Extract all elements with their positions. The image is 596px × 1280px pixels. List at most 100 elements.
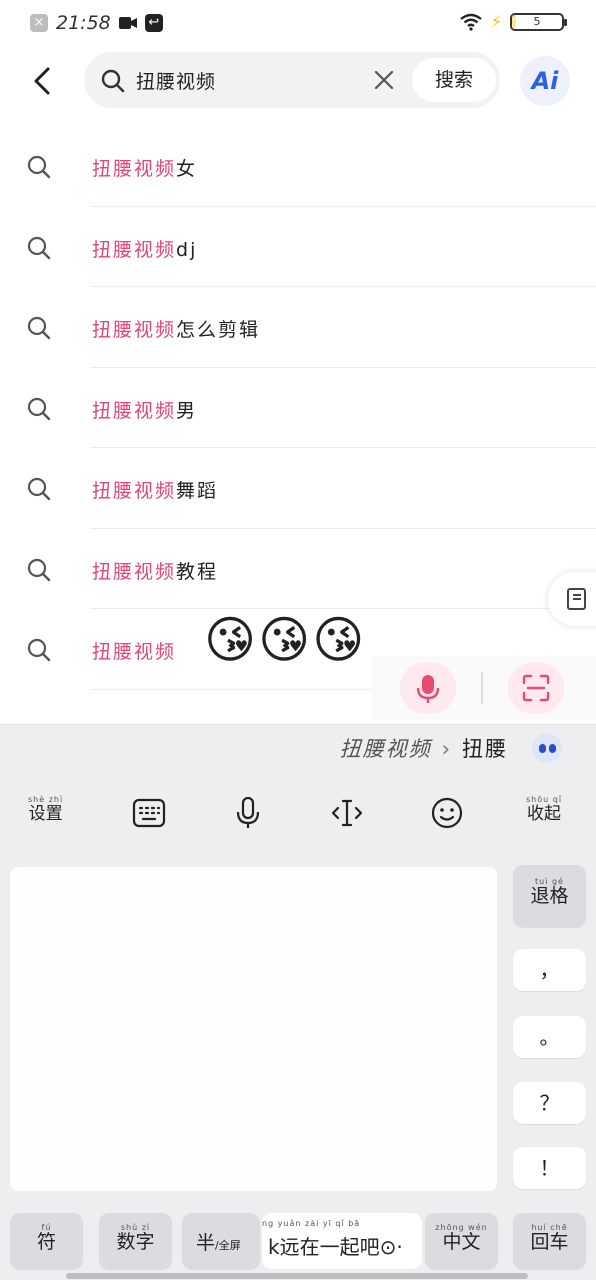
suggestion-item[interactable]: 扭腰视频教程	[0, 529, 596, 609]
space-key[interactable]: ng yuǎn zài yī qǐ bā k远在一起吧⊙·	[262, 1213, 422, 1269]
symbols-key[interactable]: fú 符	[10, 1213, 83, 1269]
app-notification-icon: ×	[30, 14, 48, 32]
settings-label: 设置	[28, 804, 63, 824]
clear-icon[interactable]	[370, 66, 398, 94]
battery-icon: 5	[510, 12, 567, 31]
microphone-icon	[416, 675, 440, 703]
divider	[481, 672, 483, 704]
scan-icon	[522, 674, 550, 702]
app-icon: ↩	[144, 14, 163, 32]
search-icon	[101, 69, 125, 93]
half-label: 半	[196, 1232, 216, 1254]
search-icon	[27, 558, 51, 581]
symbols-label: 符	[36, 1231, 56, 1253]
battery-text: 5	[533, 14, 541, 28]
settings-button[interactable]: shè zhì 设置	[28, 795, 63, 824]
keyboard: 扭腰视频 › 扭腰 shè zhì 设置 shōu qǐ 收起 tuì gé 退…	[0, 724, 596, 1280]
voice-search-button[interactable]	[400, 662, 456, 714]
cursor-move-button[interactable]	[325, 791, 369, 835]
search-box[interactable]: 扭腰视频 搜索	[84, 52, 500, 108]
numbers-key[interactable]: shù zì 数字	[99, 1213, 172, 1269]
scan-button[interactable]	[508, 662, 564, 714]
question-key[interactable]: ？	[513, 1082, 586, 1124]
suggestion-item[interactable]: 扭腰视频怎么剪辑	[0, 287, 596, 368]
suggestion-text: 扭腰视频男	[92, 396, 197, 423]
backspace-key[interactable]: tuì gé 退格	[513, 865, 586, 927]
suggestion-highlight: 扭腰视频	[92, 158, 177, 180]
exclamation-key[interactable]: ！	[513, 1147, 586, 1189]
space-pinyin: ng yuǎn zài yī qǐ bā	[262, 1219, 361, 1228]
settings-pinyin: shè zhì	[28, 795, 64, 804]
suggestion-rest: 怎么剪辑	[176, 319, 261, 341]
kiss-emoji-overlay: 😘😘😘	[204, 611, 367, 669]
gesture-bar	[66, 1273, 528, 1279]
collapse-keyboard-button[interactable]: shōu qǐ 收起	[526, 795, 562, 824]
collapse-pinyin: shōu qǐ	[526, 795, 563, 804]
backspace-word: tuì gé 退格	[513, 877, 586, 906]
suggestion-text: 扭腰视频	[92, 637, 176, 664]
side-note-tab[interactable]	[548, 572, 596, 626]
search-icon	[27, 397, 51, 420]
battery-level	[512, 14, 516, 29]
suggestion-text: 扭腰视频怎么剪辑	[92, 315, 260, 342]
suggestion-highlight: 扭腰视频	[92, 238, 177, 261]
space-text: k远在一起吧⊙·	[268, 1235, 403, 1259]
handwriting-area[interactable]	[10, 867, 497, 1191]
chinese-key[interactable]: zhōng wén 中文	[425, 1213, 498, 1269]
suggestion-text: 扭腰视频dj	[92, 235, 197, 262]
text-cursor-icon	[331, 799, 363, 827]
search-icon	[27, 155, 51, 179]
note-icon	[567, 588, 586, 610]
ai-button[interactable]: Ai	[520, 56, 570, 106]
keyboard-switch-button[interactable]	[127, 791, 171, 835]
screen: { "status_bar": { "time": "21:58", "batt…	[0, 0, 596, 1280]
keyboard-toolbar: shè zhì 设置 shōu qǐ 收起	[0, 791, 596, 835]
suggestion-item[interactable]: 扭腰视频男	[0, 368, 596, 448]
suggestion-item[interactable]: 扭腰视频dj	[0, 207, 596, 287]
suggestion-highlight: 扭腰视频	[92, 560, 177, 583]
suggestion-item[interactable]: 扭腰视频女	[0, 126, 596, 207]
robot-eye-left	[539, 744, 546, 753]
half-fullscreen-label: 半/全屏	[196, 1228, 241, 1255]
suggestion-item[interactable]: 扭腰视频舞蹈	[0, 448, 596, 529]
microphone-icon	[236, 796, 260, 828]
charging-icon: ⚡	[490, 12, 502, 31]
keyboard-bottom-row: fú 符 shù zì 数字 半/全屏 ng yuǎn zài yī qǐ bā…	[0, 1213, 596, 1269]
collapse-label: 收起	[527, 804, 562, 824]
suggestion-text: 扭腰视频舞蹈	[92, 476, 218, 503]
period-key[interactable]: 。	[513, 1016, 586, 1058]
suggestion-highlight: 扭腰视频	[92, 641, 177, 663]
enter-key[interactable]: huí chē 回车	[513, 1213, 586, 1269]
video-icon	[118, 17, 137, 29]
chinese-word: zhōng wén 中文	[425, 1223, 498, 1252]
suggestion-rest: 男	[176, 399, 198, 422]
suggestion-highlight: 扭腰视频	[92, 480, 177, 502]
keyboard-icon	[132, 798, 166, 828]
candidate-current[interactable]: 扭腰	[462, 737, 508, 761]
chinese-label: 中文	[442, 1231, 481, 1253]
comma-key[interactable]: ，	[513, 949, 586, 991]
status-time: 21:58	[56, 12, 111, 34]
back-arrow-icon[interactable]	[22, 60, 64, 102]
search-icon	[27, 316, 51, 340]
status-bar: × 21:58 ↩ ⚡ 5	[0, 0, 596, 44]
suggestion-list: 扭腰视频女 扭腰视频dj 扭腰视频怎么剪辑 扭腰视频男 扭腰视频舞蹈 扭腰视频教…	[0, 126, 596, 690]
search-icon	[27, 638, 51, 662]
suggestion-rest: 女	[176, 158, 198, 180]
assistant-robot-icon[interactable]	[532, 733, 562, 763]
half-fullscreen-key[interactable]: 半/全屏	[182, 1213, 260, 1269]
wifi-icon	[460, 13, 482, 31]
search-input[interactable]: 扭腰视频	[136, 67, 216, 94]
status-left: × 21:58 ↩	[30, 12, 163, 34]
enter-label: 回车	[530, 1231, 569, 1253]
suggestion-text: 扭腰视频女	[92, 154, 197, 181]
emoji-button[interactable]	[425, 791, 469, 835]
candidate-previous[interactable]: 扭腰视频	[340, 737, 432, 761]
search-icon	[27, 236, 51, 259]
suggestion-text: 扭腰视频教程	[92, 557, 218, 584]
smiley-icon	[431, 797, 463, 829]
search-button[interactable]: 搜索	[412, 58, 496, 102]
numbers-word: shù zì 数字	[99, 1223, 172, 1252]
voice-input-button[interactable]	[226, 791, 270, 835]
enter-word: huí chē 回车	[513, 1223, 586, 1252]
